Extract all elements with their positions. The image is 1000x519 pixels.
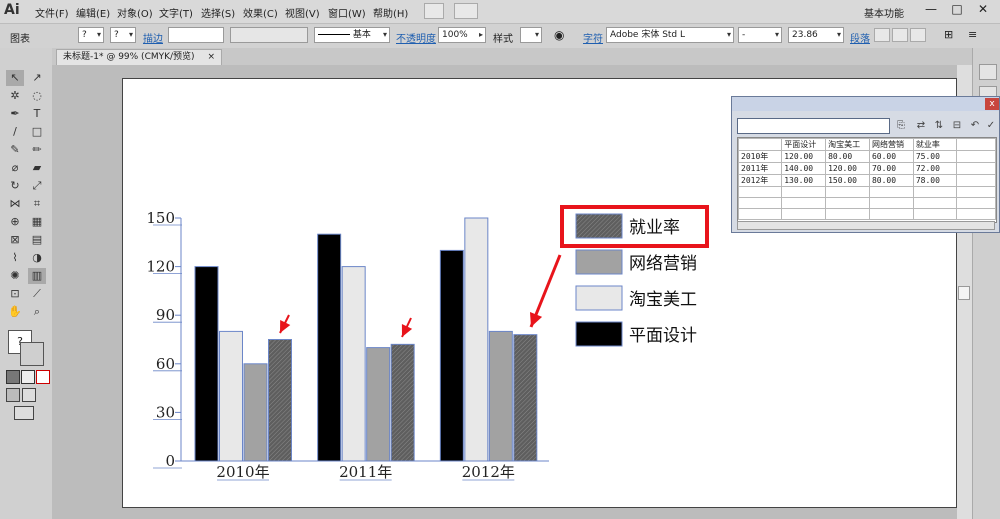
bar-淘宝美工-2011年 — [341, 266, 366, 462]
apply-icon[interactable]: ✓ — [984, 119, 998, 133]
bar-就业率-2011年 — [390, 343, 415, 462]
table-cell[interactable] — [825, 186, 870, 198]
table-cell[interactable] — [781, 197, 827, 209]
table-cell[interactable]: 淘宝美工 — [825, 138, 870, 151]
table-row: 2010年 120.00 80.00 60.00 75.00 — [738, 150, 996, 163]
table-cell[interactable] — [912, 197, 957, 209]
table-cell[interactable] — [955, 162, 996, 175]
table-cell[interactable]: 就业率 — [912, 138, 957, 151]
bar-平面设计-2012年 — [439, 249, 464, 462]
legend-label: 平面设计 — [629, 326, 697, 346]
table-cell[interactable] — [738, 186, 783, 198]
table-cell[interactable]: 78.00 — [912, 174, 957, 187]
bar-就业率-2010年 — [268, 339, 292, 462]
bar-网络营销-2012年 — [488, 330, 513, 462]
panel-close-button[interactable]: x — [985, 98, 999, 110]
switch-xy-icon[interactable]: ⇅ — [932, 119, 946, 133]
table-cell[interactable]: 网络营销 — [868, 138, 914, 151]
table-cell[interactable]: 70.00 — [868, 162, 914, 175]
table-row: 2011年 140.00 120.00 70.00 72.00 — [738, 162, 996, 175]
cell-style-icon[interactable]: ⊟ — [950, 119, 964, 133]
bar-淘宝美工-2012年 — [464, 217, 489, 462]
x-tick-label: 2010年 — [216, 463, 269, 481]
legend-swatch — [575, 213, 623, 239]
y-tick-label: 150 — [146, 209, 175, 227]
panel-title-bar[interactable] — [732, 97, 999, 111]
table-cell[interactable] — [781, 208, 827, 220]
table-cell[interactable] — [955, 186, 996, 198]
legend-label: 网络营销 — [629, 254, 697, 274]
table-cell[interactable]: 120.00 — [825, 162, 870, 175]
table-cell[interactable]: 140.00 — [781, 162, 827, 175]
legend-swatch — [575, 285, 623, 311]
table-cell[interactable] — [868, 197, 914, 209]
column-graph[interactable]: 03060901201502010年 2011年 2012年 就业率网络营销淘宝美工… — [0, 0, 1000, 519]
graph-data-panel: x ⎘ ⇄ ⇅ ⊟ ↶ ✓ 平面设计 淘宝美工 网络营销 就业率 2010年 1… — [731, 96, 1000, 233]
table-cell[interactable] — [955, 138, 996, 151]
table-cell[interactable] — [955, 150, 996, 163]
table-cell[interactable] — [781, 186, 827, 198]
table-cell[interactable] — [738, 138, 783, 151]
table-cell[interactable]: 75.00 — [912, 150, 957, 163]
table-cell[interactable] — [738, 197, 783, 209]
bar-淘宝美工-2010年 — [219, 330, 243, 462]
table-cell[interactable] — [912, 186, 957, 198]
revert-icon[interactable]: ↶ — [968, 119, 982, 133]
table-cell[interactable] — [825, 197, 870, 209]
legend-swatch — [575, 249, 623, 275]
table-cell[interactable]: 130.00 — [781, 174, 827, 187]
x-tick-label: 2011年 — [339, 463, 392, 481]
bar-平面设计-2010年 — [194, 266, 219, 462]
x-tick-label: 2012年 — [462, 463, 515, 481]
table-cell[interactable]: 120.00 — [781, 150, 827, 163]
data-grid[interactable]: 平面设计 淘宝美工 网络营销 就业率 2010年 120.00 80.00 60… — [737, 137, 997, 223]
table-cell[interactable] — [955, 197, 996, 209]
legend-label: 淘宝美工 — [629, 290, 697, 310]
bar-平面设计-2011年 — [317, 233, 342, 462]
legend-label: 就业率 — [629, 218, 680, 238]
table-cell[interactable]: 80.00 — [825, 150, 870, 163]
data-grid-scrollbar[interactable] — [737, 221, 995, 230]
table-cell[interactable] — [912, 208, 957, 220]
table-cell[interactable] — [738, 208, 783, 220]
import-data-icon[interactable]: ⎘ — [894, 119, 908, 133]
table-cell[interactable]: 80.00 — [868, 174, 914, 187]
y-tick-label: 90 — [156, 306, 175, 324]
table-cell[interactable] — [955, 208, 996, 220]
table-cell[interactable] — [955, 174, 996, 187]
table-cell[interactable] — [868, 186, 914, 198]
table-cell[interactable]: 2012年 — [738, 174, 783, 187]
y-tick-label: 120 — [146, 258, 175, 276]
table-cell[interactable]: 60.00 — [868, 150, 914, 163]
cell-entry-field[interactable] — [737, 118, 890, 134]
table-row — [738, 208, 996, 220]
table-cell[interactable]: 平面设计 — [781, 138, 827, 151]
table-row: 2012年 130.00 150.00 80.00 78.00 — [738, 174, 996, 187]
bar-就业率-2012年 — [513, 334, 538, 462]
y-tick-label: 0 — [165, 452, 175, 470]
table-cell[interactable] — [868, 208, 914, 220]
header-row: 平面设计 淘宝美工 网络营销 就业率 — [738, 138, 996, 151]
data-table[interactable]: 平面设计 淘宝美工 网络营销 就业率 2010年 120.00 80.00 60… — [738, 138, 996, 220]
table-cell[interactable]: 72.00 — [912, 162, 957, 175]
table-row — [738, 197, 996, 209]
table-cell[interactable]: 2010年 — [738, 150, 783, 163]
table-cell[interactable]: 150.00 — [825, 174, 870, 187]
table-row — [738, 186, 996, 198]
y-tick-label: 30 — [156, 403, 175, 421]
legend-swatch — [575, 321, 623, 347]
table-cell[interactable]: 2011年 — [738, 162, 783, 175]
y-tick-label: 60 — [156, 355, 175, 373]
bar-网络营销-2011年 — [366, 347, 391, 462]
table-cell[interactable] — [825, 208, 870, 220]
bar-网络营销-2010年 — [243, 363, 268, 462]
transpose-icon[interactable]: ⇄ — [914, 119, 928, 133]
